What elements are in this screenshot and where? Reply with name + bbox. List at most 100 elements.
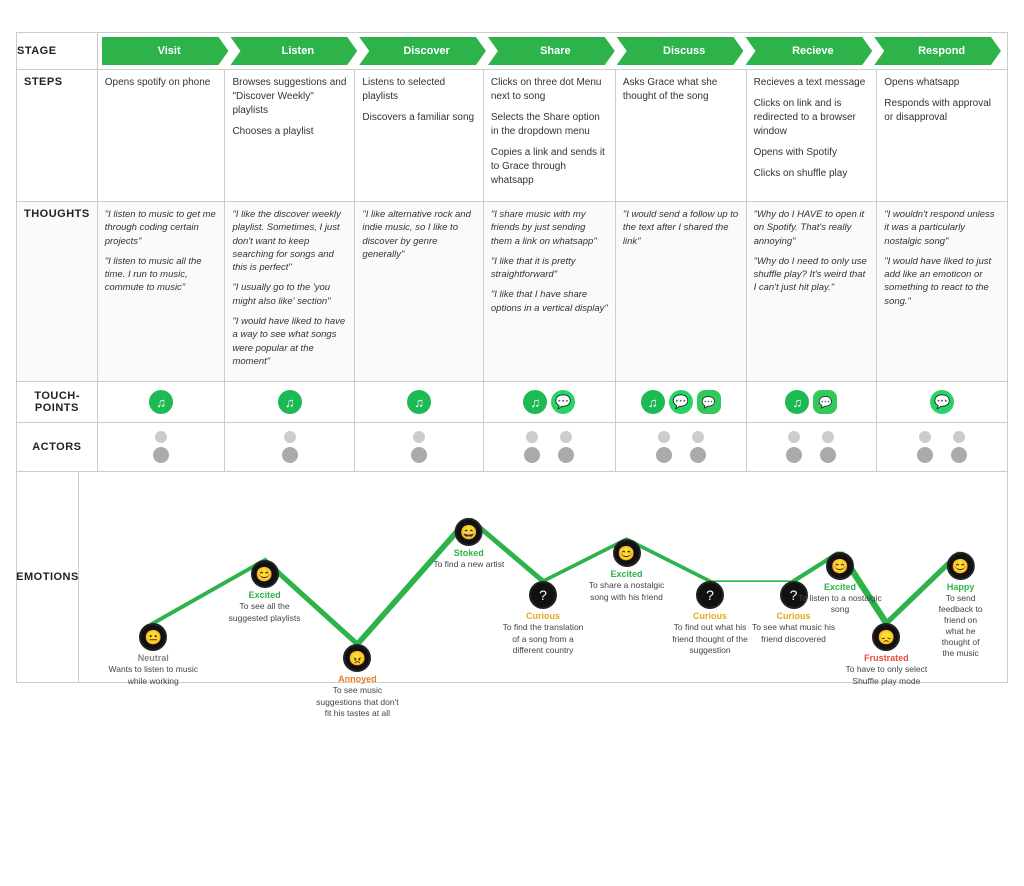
- thoughts-cell-4: "I would send a follow up to the text af…: [615, 202, 746, 382]
- tp-icons-group: ♫: [229, 390, 350, 414]
- emotion-label: Frustrated: [864, 653, 909, 663]
- emotion-face-icon: 😠: [343, 644, 371, 672]
- steps-cell-3: Clicks on three dot Menu next to songSel…: [483, 70, 615, 202]
- actors-cell-3: [483, 423, 615, 472]
- male-actor-avatar: [146, 429, 176, 465]
- thought-item: "I like the discover weekly playlist. So…: [232, 208, 347, 274]
- spotify-icon: ♫: [785, 390, 809, 414]
- actor-avatar: [275, 429, 305, 465]
- spotify-icon: ♫: [641, 390, 665, 414]
- emotion-node-happy-10: 😊HappyTo send feedback to friend on what…: [937, 552, 983, 659]
- thought-item: "I like alternative rock and indie music…: [362, 208, 475, 261]
- page-container: STAGE VisitListenDiscoverShareDiscussRec…: [0, 0, 1024, 703]
- actors-cell-5: [746, 423, 877, 472]
- emotion-label: Excited: [824, 582, 856, 592]
- actor-avatar: [779, 429, 809, 465]
- step-item: Opens spotify on phone: [105, 76, 218, 90]
- actors-cell-6: [877, 423, 1008, 472]
- touchpoints-cell-2: ♫: [355, 382, 483, 423]
- step-item: Opens with Spotify: [754, 146, 870, 160]
- step-item: Clicks on link and is redirected to a br…: [754, 97, 870, 139]
- emotion-node-excited-5: 😊ExcitedTo share a nostalgic song with h…: [582, 539, 672, 602]
- emotion-description: To listen to a nostalgic song: [795, 593, 885, 615]
- step-item: Listens to selected playlists: [362, 76, 475, 104]
- thoughts-cell-0: "I listen to music to get me through cod…: [97, 202, 225, 382]
- actor-avatar: [813, 429, 843, 465]
- thoughts-cell-5: "Why do I HAVE to open it on Spotify. Th…: [746, 202, 877, 382]
- stage-row-label: STAGE: [17, 33, 98, 70]
- actor-avatar: [649, 429, 679, 465]
- step-item: Copies a link and sends it to Grace thro…: [491, 146, 608, 188]
- thoughts-cell-3: "I share music with my friends by just s…: [483, 202, 615, 382]
- emotion-description: To see all the suggested playlists: [220, 601, 310, 623]
- touchpoints-cell-0: ♫: [97, 382, 225, 423]
- emotion-description: Wants to listen to music while working: [108, 664, 198, 686]
- actors-container: [229, 429, 350, 465]
- thought-item: "Why do I need to only use shuffle play?…: [754, 255, 870, 295]
- thought-item: "I like that it is pretty straightforwar…: [491, 255, 608, 282]
- actors-cell-4: [615, 423, 746, 472]
- steps-cell-6: Opens whatsappResponds with approval or …: [877, 70, 1008, 202]
- emotion-node-excited-1: 😊ExcitedTo see all the suggested playlis…: [220, 560, 310, 623]
- touchpoints-row-label: TOUCH­POINTS: [17, 382, 98, 423]
- steps-row: STEPS Opens spotify on phoneBrowses sugg…: [17, 70, 1008, 202]
- female-actor-avatar: [813, 429, 843, 465]
- stage-chevron-discover: Discover: [359, 37, 486, 65]
- stage-chevron-listen: Listen: [230, 37, 357, 65]
- thought-item: "I like that I have share options in a v…: [491, 288, 608, 315]
- emotion-description: To share a nostalgic song with his frien…: [582, 580, 672, 602]
- thought-item: "I usually go to the 'you might also lik…: [232, 281, 347, 308]
- stage-cells: VisitListenDiscoverShareDiscussRecieveRe…: [97, 33, 1007, 70]
- step-item: Clicks on shuffle play: [754, 167, 870, 181]
- male-actor-avatar: [517, 429, 547, 465]
- whatsapp-icon: 💬: [930, 390, 954, 414]
- emotion-label: Curious: [526, 611, 560, 621]
- emotions-chart: 😐NeutralWants to listen to music while w…: [79, 472, 1007, 682]
- touchpoints-cell-5: ♫💬: [746, 382, 877, 423]
- thought-item: "Why do I HAVE to open it on Spotify. Th…: [754, 208, 870, 248]
- emotion-label: Neutral: [138, 653, 169, 663]
- stage-chevron-visit: Visit: [102, 37, 229, 65]
- steps-cell-1: Browses suggestions and "Discover Weekly…: [225, 70, 355, 202]
- actors-container: [751, 429, 873, 465]
- touchpoints-cell-4: ♫💬💬: [615, 382, 746, 423]
- touchpoints-cell-1: ♫: [225, 382, 355, 423]
- thoughts-row-label: THOUGHTS: [17, 202, 98, 382]
- emotion-node-stoked-3: 😄StokedTo find a new artist: [433, 518, 504, 570]
- male-actor-avatar: [910, 429, 940, 465]
- tp-icons-group: ♫💬: [751, 390, 873, 414]
- male-actor-avatar: [779, 429, 809, 465]
- emotion-node-curious-6: ?CuriousTo find out what his friend thou…: [665, 581, 755, 655]
- thoughts-row: THOUGHTS "I listen to music to get me th…: [17, 202, 1008, 382]
- step-item: Opens whatsapp: [884, 76, 1000, 90]
- actor-avatar: [146, 429, 176, 465]
- steps-cell-2: Listens to selected playlistsDiscovers a…: [355, 70, 483, 202]
- emotion-description: To have to only select Shuffle play mode: [841, 664, 931, 686]
- actor-avatar: [683, 429, 713, 465]
- actors-container: [881, 429, 1003, 465]
- imessage-icon: 💬: [813, 390, 837, 414]
- stage-chevron-recieve: Recieve: [745, 37, 872, 65]
- thought-item: "I listen to music all the time. I run t…: [105, 255, 218, 295]
- female-actor-avatar: [551, 429, 581, 465]
- steps-cell-0: Opens spotify on phone: [97, 70, 225, 202]
- spotify-icon: ♫: [407, 390, 431, 414]
- stage-chevron-respond: Respond: [874, 37, 1001, 65]
- spotify-icon: ♫: [278, 390, 302, 414]
- thought-item: "I share music with my friends by just s…: [491, 208, 608, 248]
- touchpoints-cell-6: 💬: [877, 382, 1008, 423]
- whatsapp-icon: 💬: [669, 390, 693, 414]
- actors-cell-2: [355, 423, 483, 472]
- female-actor-avatar: [683, 429, 713, 465]
- emotion-face-icon: 😄: [455, 518, 483, 546]
- actor-avatar: [910, 429, 940, 465]
- emotion-description: To find the translation of a song from a…: [498, 622, 588, 655]
- step-item: Recieves a text message: [754, 76, 870, 90]
- emotion-description: To find a new artist: [433, 559, 504, 570]
- thought-item: "I listen to music to get me through cod…: [105, 208, 218, 248]
- steps-cell-5: Recieves a text message Clicks on link an…: [746, 70, 877, 202]
- emotion-node-excited-8: 😊ExcitedTo listen to a nostalgic song: [795, 552, 885, 615]
- male-actor-avatar: [649, 429, 679, 465]
- emotion-description: To see what music his friend discovered: [749, 622, 839, 644]
- male-actor-avatar: [404, 429, 434, 465]
